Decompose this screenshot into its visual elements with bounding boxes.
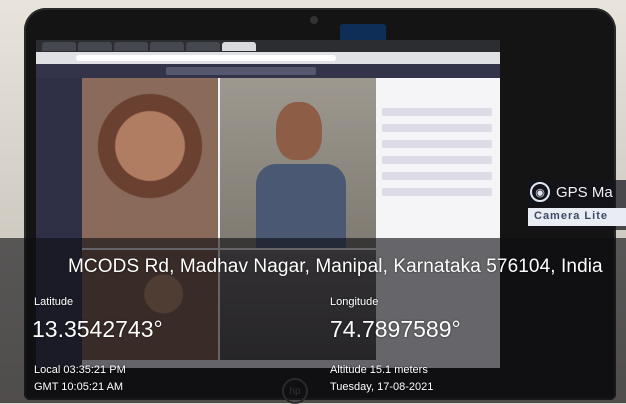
browser-tab-strip <box>36 40 500 52</box>
browser-tab <box>114 42 148 51</box>
altitude-reading: Altitude 15.1 meters <box>330 364 428 376</box>
browser-tab <box>186 42 220 51</box>
teams-top-bar <box>36 64 500 78</box>
participant-body <box>256 164 346 248</box>
video-tile-participant-2 <box>220 78 376 248</box>
gmt-time: GMT 10:05:21 AM <box>34 381 124 393</box>
local-time: Local 03:35:21 PM <box>34 364 126 376</box>
gps-camera-icon: ◉ <box>530 182 550 202</box>
app-brand-name: GPS Ma <box>556 184 613 201</box>
people-row <box>382 108 492 116</box>
location-address: MCODS Rd, Madhav Nagar, Manipal, Karnata… <box>68 256 603 277</box>
people-row <box>382 188 492 196</box>
people-row <box>382 124 492 132</box>
url-field <box>76 55 336 61</box>
video-tile-participant-1 <box>82 78 218 248</box>
capture-date: Tuesday, 17-08-2021 <box>330 381 434 393</box>
browser-tab-active <box>222 42 256 51</box>
longitude-value: 74.7897589° <box>330 316 461 342</box>
participant-head <box>276 102 322 160</box>
browser-tab <box>42 42 76 51</box>
webcam-icon <box>310 16 318 24</box>
latitude-label: Latitude <box>34 296 74 308</box>
people-row <box>382 140 492 148</box>
people-row <box>382 156 492 164</box>
browser-tab <box>78 42 112 51</box>
browser-address-bar <box>36 52 500 64</box>
people-row <box>382 172 492 180</box>
teams-search-field <box>166 67 316 75</box>
longitude-label: Longitude <box>330 296 379 308</box>
browser-tab <box>150 42 184 51</box>
app-brand-subtitle: Camera Lite <box>534 210 608 222</box>
latitude-value: 13.3542743° <box>32 316 163 342</box>
